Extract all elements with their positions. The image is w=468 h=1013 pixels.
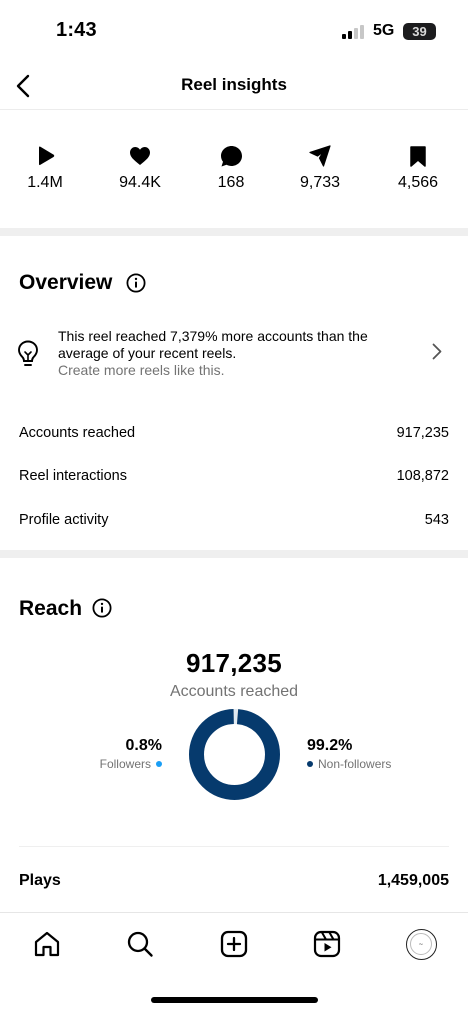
metric-value: 917,235 <box>396 425 449 441</box>
reach-total-label: Accounts reached <box>169 683 299 700</box>
stat-value: 1.4M <box>27 174 63 191</box>
insight-cta: Create more reels like this. <box>58 362 225 378</box>
battery-icon: 39 <box>403 23 436 40</box>
comment-icon <box>220 145 242 166</box>
stat-value: 4,566 <box>397 174 439 191</box>
status-bar: 1:43 5G 39 <box>0 0 468 62</box>
play-icon <box>39 146 55 166</box>
battery-level: 39 <box>412 24 427 39</box>
non-followers-legend: 99.2% Non-followers <box>307 737 391 771</box>
stat-likes: 94.4K <box>100 144 180 192</box>
tab-create[interactable] <box>218 928 250 960</box>
page-title: Reel insights <box>181 75 287 94</box>
home-icon <box>34 931 60 957</box>
plays-row[interactable]: Plays 1,459,005 <box>0 870 468 894</box>
metric-label: Accounts reached <box>19 425 136 441</box>
bookmark-icon <box>410 145 426 167</box>
metric-row[interactable]: Profile activity 543 <box>0 509 468 533</box>
followers-pct: 0.8% <box>125 737 162 754</box>
stat-shares: 9,733 <box>280 144 360 192</box>
non-followers-pct: 99.2% <box>307 737 353 754</box>
metric-row[interactable]: Reel interactions 108,872 <box>0 465 468 489</box>
non-followers-dot <box>307 761 313 767</box>
stat-value: 9,733 <box>299 174 341 191</box>
plays-value: 1,459,005 <box>377 872 449 889</box>
tab-search[interactable] <box>124 928 156 960</box>
donut-segment-non-followers <box>189 709 280 800</box>
metric-value: 543 <box>424 512 449 528</box>
stat-comments: 168 <box>191 144 271 192</box>
non-followers-label: Non-followers <box>318 757 392 771</box>
reach-donut-chart <box>189 709 280 800</box>
tab-home[interactable] <box>31 928 63 960</box>
stat-plays: 1.4M <box>5 144 85 192</box>
followers-dot <box>156 761 162 767</box>
info-icon[interactable] <box>92 598 112 618</box>
overview-insight-card[interactable]: This reel reached 7,379% more accounts t… <box>0 318 468 388</box>
status-time: 1:43 <box>56 19 97 41</box>
metric-label: Reel interactions <box>19 468 127 484</box>
create-icon <box>220 930 248 958</box>
metric-value: 108,872 <box>396 468 449 484</box>
section-divider <box>0 550 468 558</box>
network-type: 5G <box>373 22 395 39</box>
reels-icon <box>313 930 341 958</box>
heart-icon <box>130 147 150 165</box>
profile-avatar: ~ <box>405 928 437 960</box>
divider <box>19 846 449 847</box>
plays-label: Plays <box>19 872 61 889</box>
home-indicator <box>151 997 318 1003</box>
search-icon <box>127 931 153 957</box>
cellular-signal-icon <box>342 25 364 39</box>
stat-value: 94.4K <box>119 174 161 191</box>
insight-text: This reel reached 7,379% more accounts t… <box>58 328 368 361</box>
tab-reels[interactable] <box>311 928 343 960</box>
section-divider <box>0 228 468 236</box>
reach-title: Reach <box>19 597 83 620</box>
reel-stats-row: 1.4M 94.4K 168 9,733 4,566 <box>0 110 468 228</box>
stat-saves: 4,566 <box>378 144 458 192</box>
tab-profile[interactable]: ~ <box>405 928 437 960</box>
stat-value: 168 <box>217 174 245 191</box>
metric-label: Profile activity <box>19 512 109 528</box>
avatar-logo: ~ <box>410 933 432 955</box>
chevron-right-icon <box>432 343 442 360</box>
share-icon <box>309 145 331 167</box>
info-icon[interactable] <box>126 273 146 293</box>
metric-row[interactable]: Accounts reached 917,235 <box>0 422 468 446</box>
reach-total: 917,235 <box>185 648 283 678</box>
lightbulb-icon <box>18 340 38 366</box>
followers-label: Followers <box>99 757 151 771</box>
nav-header: Reel insights <box>0 62 468 110</box>
followers-legend: 0.8% Followers <box>100 737 162 771</box>
overview-title: Overview <box>19 271 113 294</box>
